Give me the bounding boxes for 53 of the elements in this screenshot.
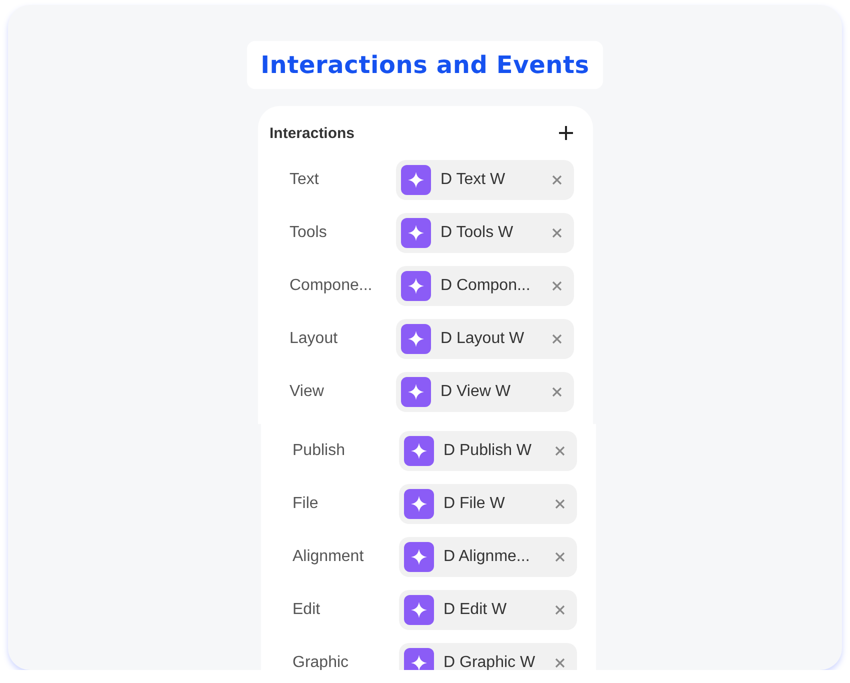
close-icon[interactable] — [554, 658, 564, 668]
close-icon[interactable] — [554, 552, 564, 562]
close-icon[interactable] — [552, 334, 562, 344]
interaction-label: Edit — [292, 600, 322, 618]
close-icon[interactable] — [552, 280, 562, 290]
event-chip[interactable]: D Text W — [396, 160, 574, 200]
page-title: Interactions and Events — [246, 41, 604, 89]
close-icon[interactable] — [554, 604, 564, 614]
sparkle-icon — [400, 324, 430, 354]
interaction-label: File — [292, 494, 320, 512]
interaction-label: Tools — [290, 224, 328, 242]
close-icon[interactable] — [552, 386, 562, 396]
event-chip[interactable]: D Alignme... — [398, 536, 576, 576]
interaction-label: Graphic — [292, 654, 350, 670]
event-name: D Text W — [440, 170, 506, 188]
event-name: D Tools W — [440, 224, 514, 242]
close-icon[interactable] — [554, 498, 564, 508]
event-chip[interactable]: D Edit W — [398, 590, 576, 630]
panel-heading: Interactions — [270, 124, 355, 142]
event-name: D Alignme... — [444, 548, 531, 566]
event-name: D Graphic W — [444, 654, 536, 670]
add-icon[interactable] — [558, 126, 572, 140]
sparkle-icon — [404, 488, 434, 518]
event-name: D File W — [444, 494, 506, 512]
close-icon[interactable] — [552, 228, 562, 238]
sparkle-icon — [400, 218, 430, 248]
interaction-label: Alignment — [292, 548, 365, 566]
event-chip[interactable]: D Publish W — [398, 430, 576, 470]
event-chip[interactable]: D File W — [398, 484, 576, 524]
event-name: D View W — [440, 382, 512, 400]
event-name: D Compon... — [440, 276, 532, 294]
interaction-label: Layout — [290, 330, 339, 348]
event-name: D Edit W — [444, 600, 508, 618]
close-icon[interactable] — [552, 174, 562, 184]
interaction-label: Compone... — [290, 276, 374, 294]
close-icon[interactable] — [554, 446, 564, 456]
event-chip[interactable]: D Tools W — [396, 212, 574, 252]
interaction-label: Text — [290, 170, 320, 188]
sparkle-icon — [404, 594, 434, 624]
event-chip[interactable]: D Graphic W — [398, 642, 576, 670]
interaction-label: Publish — [292, 442, 346, 460]
event-chip[interactable]: D Compon... — [396, 266, 574, 306]
sparkle-icon — [404, 436, 434, 466]
sparkle-icon — [404, 542, 434, 572]
event-name: D Publish W — [444, 442, 533, 460]
event-name: D Layout W — [440, 330, 526, 348]
sparkle-icon — [400, 376, 430, 406]
event-chip[interactable]: D View W — [396, 372, 574, 412]
interaction-label: View — [290, 382, 325, 400]
event-chip[interactable]: D Layout W — [396, 318, 574, 358]
sparkle-icon — [400, 270, 430, 300]
sparkle-icon — [400, 164, 430, 194]
sparkle-icon — [404, 648, 434, 670]
